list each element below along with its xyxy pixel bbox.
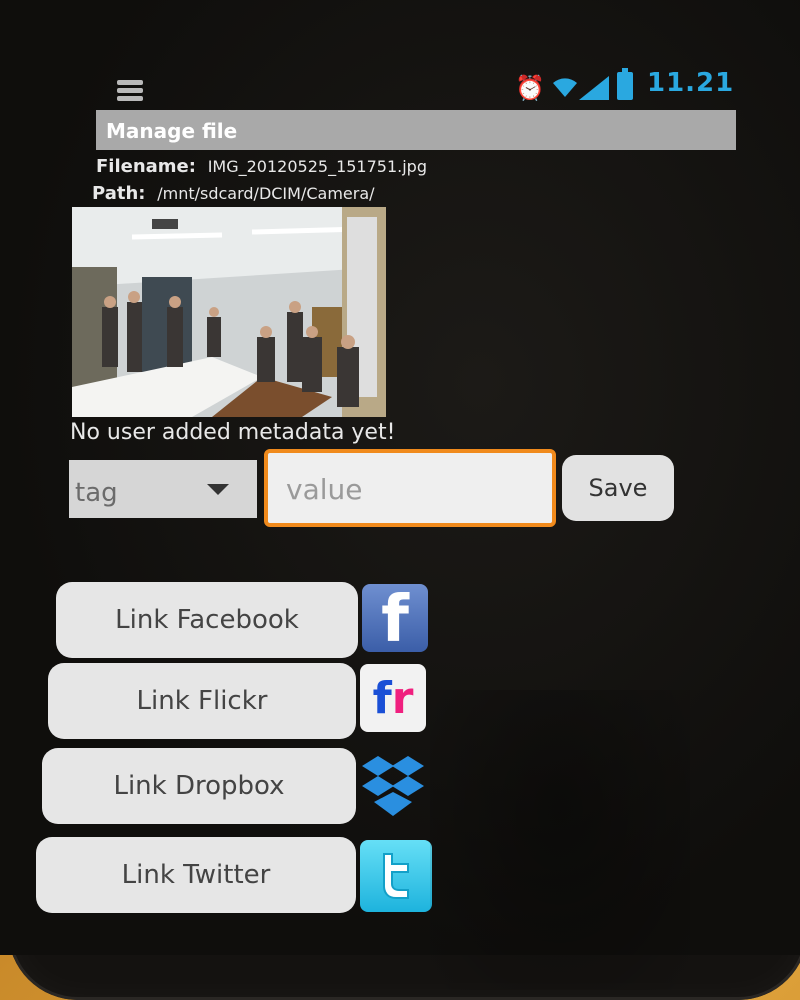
save-button[interactable]: Save (562, 455, 674, 521)
screen: ⏰ 11.21 Manage file Filename: IMG_201205… (0, 0, 800, 990)
filename-value: IMG_20120525_151751.jpg (207, 157, 427, 176)
app-notification-icon (117, 80, 143, 108)
chevron-down-icon (207, 484, 229, 495)
clock: 11.21 (647, 68, 735, 98)
flickr-f-glyph: f (372, 673, 392, 724)
link-facebook-button[interactable]: Link Facebook (56, 582, 358, 658)
wifi-icon (553, 78, 577, 97)
tag-select-value: tag (75, 478, 118, 508)
signal-icon (579, 76, 609, 100)
path-value: /mnt/sdcard/DCIM/Camera/ (157, 184, 375, 203)
filename-label: Filename: (96, 156, 196, 177)
no-metadata-message: No user added metadata yet! (70, 420, 396, 445)
page-title: Manage file (96, 110, 736, 150)
path-label: Path: (92, 183, 146, 204)
screen-reflection (430, 690, 690, 990)
link-flickr-button[interactable]: Link Flickr (48, 663, 356, 739)
link-twitter-button[interactable]: Link Twitter (36, 837, 356, 913)
link-dropbox-button[interactable]: Link Dropbox (42, 748, 356, 824)
dropbox-icon[interactable] (360, 752, 426, 820)
value-input-placeholder: value (286, 473, 363, 506)
path-row: Path: /mnt/sdcard/DCIM/Camera/ (92, 183, 375, 204)
flickr-icon[interactable]: fr (360, 664, 426, 732)
flickr-r-glyph: r (391, 673, 414, 724)
twitter-icon[interactable] (360, 840, 432, 912)
facebook-icon[interactable]: f (362, 584, 428, 652)
tag-select[interactable]: tag (69, 460, 257, 518)
alarm-icon: ⏰ (515, 74, 545, 102)
battery-icon (617, 68, 633, 100)
filename-row: Filename: IMG_20120525_151751.jpg (96, 156, 427, 177)
image-preview (72, 207, 386, 417)
value-input[interactable]: value (264, 449, 556, 527)
status-bar: ⏰ 11.21 (95, 68, 745, 108)
